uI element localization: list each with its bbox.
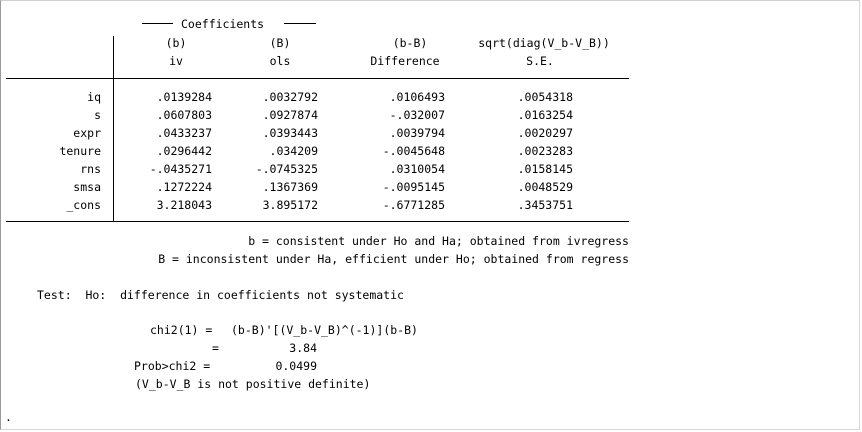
cell-B: .034209 xyxy=(269,144,318,158)
row-name: tenure xyxy=(59,144,101,158)
cell-B: .0393443 xyxy=(262,126,318,140)
col-se-top: sqrt(diag(V_b-V_B)) xyxy=(478,36,610,50)
row-name: s xyxy=(94,108,101,122)
row-name: iq xyxy=(87,90,101,104)
cell-se: .0163254 xyxy=(517,108,573,122)
cell-b: 3.218043 xyxy=(156,198,212,212)
cell-b: .0433237 xyxy=(156,126,212,140)
cell-diff: -.032007 xyxy=(389,108,445,122)
cell-se: .0020297 xyxy=(517,126,573,140)
table-stub-divider xyxy=(113,36,114,222)
cell-se: .3453751 xyxy=(517,198,573,212)
cell-se: .0048529 xyxy=(517,180,573,194)
chi2-label: chi2(1) = xyxy=(150,323,220,337)
cell-B: 3.895172 xyxy=(262,198,318,212)
cell-B: -.0745325 xyxy=(255,162,318,176)
row-name: expr xyxy=(73,126,101,140)
test-hypothesis: Test: Ho: difference in coefficients not… xyxy=(37,288,404,302)
cell-diff: -.6771285 xyxy=(382,198,445,212)
cell-b: .0607803 xyxy=(156,108,212,122)
col-se-bottom: S.E. xyxy=(526,54,554,68)
col-diff-bottom: Difference xyxy=(370,54,440,68)
cell-diff: .0106493 xyxy=(389,90,445,104)
row-name: _cons xyxy=(66,198,101,212)
row-name: smsa xyxy=(73,180,101,194)
table-top-rule xyxy=(6,78,629,79)
coef-dash-right xyxy=(284,23,316,24)
row-name: rns xyxy=(80,162,101,176)
chi2-formula: (b-B)'[(V_b-V_B)^(-1)](b-B) xyxy=(231,323,418,337)
note-B: B = inconsistent under Ha, efficient und… xyxy=(158,252,629,266)
chi2-equals: = xyxy=(212,341,219,355)
cell-diff: .0039794 xyxy=(389,126,445,140)
cell-B: .0032792 xyxy=(262,90,318,104)
note-b: b = consistent under Ho and Ha; obtained… xyxy=(248,234,629,248)
cell-B: .0927874 xyxy=(262,108,318,122)
cell-b: .0296442 xyxy=(156,144,212,158)
cell-diff: -.0045648 xyxy=(382,144,445,158)
cell-b: .1272224 xyxy=(156,180,212,194)
positive-definite-note: (V_b-V_B is not positive definite) xyxy=(135,377,371,391)
col-B-bottom: ols xyxy=(269,54,291,68)
command-prompt[interactable]: . xyxy=(5,410,12,424)
cell-diff: -.0095145 xyxy=(382,180,445,194)
prob-label: Prob>chi2 = xyxy=(134,359,211,373)
col-B-top: (B) xyxy=(269,36,291,50)
cell-B: .1367369 xyxy=(262,180,318,194)
chi2-value: 3.84 xyxy=(289,341,317,355)
cell-se: .0054318 xyxy=(517,90,573,104)
col-b-top: (b) xyxy=(165,36,187,50)
col-b-bottom: iv xyxy=(169,54,183,68)
cell-diff: .0310054 xyxy=(389,162,445,176)
coefficients-title: Coefficients xyxy=(181,17,265,31)
coef-dash-left xyxy=(142,23,173,24)
prob-value: 0.0499 xyxy=(275,359,317,373)
cell-b: -.0435271 xyxy=(149,162,212,176)
table-bottom-rule xyxy=(6,221,629,222)
cell-se: .0158145 xyxy=(517,162,573,176)
cell-b: .0139284 xyxy=(156,90,212,104)
cell-se: .0023283 xyxy=(517,144,573,158)
col-diff-top: (b-B) xyxy=(392,36,428,50)
